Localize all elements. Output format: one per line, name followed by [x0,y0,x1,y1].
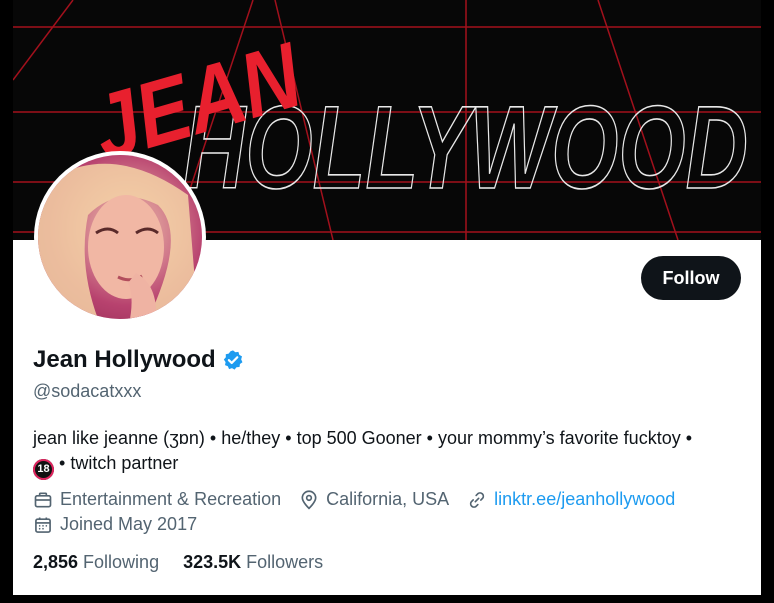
website-item: linktr.ee/jeanhollywood [467,489,675,510]
following-link[interactable]: 2,856 Following [33,552,159,573]
followers-count: 323.5K [183,552,242,572]
joined-label: Joined May 2017 [60,514,198,534]
name-row: Jean Hollywood [33,346,244,374]
verified-badge-icon[interactable] [222,349,244,371]
website-link[interactable]: linktr.ee/jeanhollywood [494,489,675,510]
category-label: Entertainment & Recreation [60,489,282,509]
category-item: Entertainment & Recreation [33,489,281,510]
calendar-icon [35,517,51,533]
location-pin-icon [301,489,317,509]
joined-item: Joined May 2017 [33,514,197,535]
briefcase-icon [34,492,52,507]
follow-button[interactable]: Follow [641,256,741,300]
avatar-photo [38,155,202,319]
profile-card: HOLLYWOOD JEAN Follow Jean Hollywood @so… [13,0,761,595]
followers-link[interactable]: 323.5K Followers [183,552,323,573]
bio-line-1: jean like jeanne (ʒɒn) • he/they • top 5… [33,428,693,448]
following-label: Following [83,552,160,572]
display-name: Jean Hollywood [33,346,216,373]
profile-bio: jean like jeanne (ʒɒn) • he/they • top 5… [33,426,748,480]
profile-avatar[interactable] [34,151,206,323]
user-handle: @sodacatxxx [33,381,142,401]
profile-meta-row-2: Joined May 2017 [33,514,215,535]
follow-counts: 2,856 Following 323.5K Followers [33,552,347,573]
bio-line-2: • twitch partner [59,453,179,473]
location-label: California, USA [326,489,450,509]
link-icon [470,491,485,508]
location-item: California, USA [299,489,449,510]
followers-label: Followers [246,552,324,572]
age-18-emoji-icon: 18 [33,459,54,480]
following-count: 2,856 [33,552,79,572]
profile-meta-row-1: Entertainment & Recreation California, U… [33,489,693,510]
